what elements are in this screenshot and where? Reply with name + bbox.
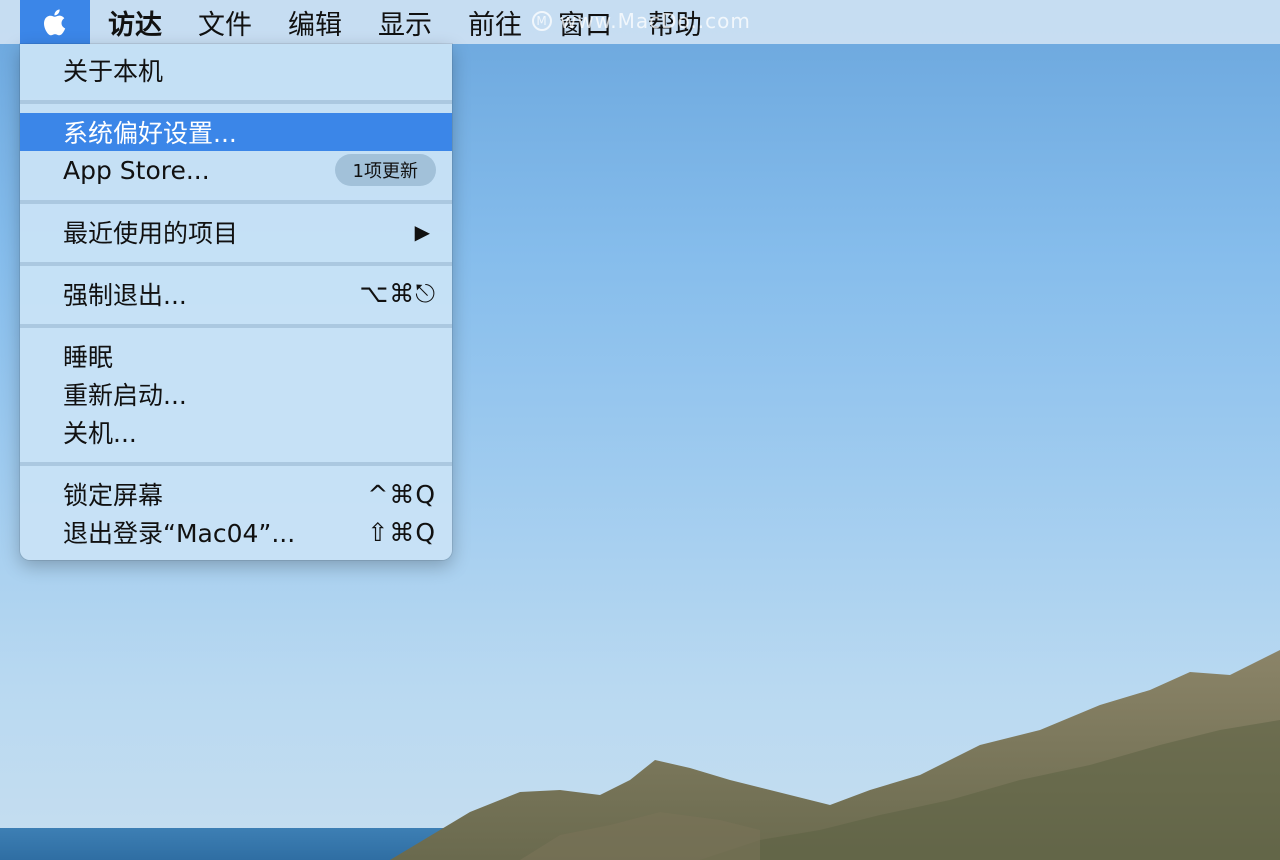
menu-item-label: 关于本机 (63, 57, 164, 86)
menu-item-label: 强制退出... (63, 281, 187, 310)
menu-item-recent-items[interactable]: 最近使用的项目 ▶ (20, 213, 452, 251)
menu-go[interactable]: 前往 (450, 0, 540, 44)
menu-item-shutdown[interactable]: 关机... (20, 413, 452, 451)
menu-edit[interactable]: 编辑 (270, 0, 360, 44)
menu-item-label: 系统偏好设置... (63, 119, 237, 148)
keyboard-shortcut: ^⌘Q (367, 479, 436, 509)
menu-finder[interactable]: 访达 (90, 0, 180, 44)
apple-menu-button[interactable] (20, 0, 90, 44)
menu-separator (20, 262, 452, 266)
update-count-badge: 1项更新 (334, 154, 436, 186)
menu-item-about-this-mac[interactable]: 关于本机 (20, 51, 452, 89)
keyboard-shortcut: ⌥⌘⎋ (359, 279, 436, 308)
menu-item-label: 重新启动... (63, 381, 187, 410)
menu-item-label: 睡眠 (63, 343, 114, 372)
menu-separator (20, 462, 452, 466)
menu-item-restart[interactable]: 重新启动... (20, 375, 452, 413)
apple-dropdown-menu: 关于本机 系统偏好设置... App Store... 1项更新 最近使用的项目… (20, 44, 452, 560)
menu-item-label: App Store... (63, 155, 210, 185)
menu-item-log-out[interactable]: 退出登录“Mac04”... ⇧⌘Q (20, 513, 452, 551)
watermark-text: www.MacDo..com (560, 9, 751, 33)
menu-separator (20, 100, 452, 104)
menu-item-label: 退出登录“Mac04”... (63, 519, 296, 548)
menu-file[interactable]: 文件 (180, 0, 270, 44)
menu-item-lock-screen[interactable]: 锁定屏幕 ^⌘Q (20, 475, 452, 513)
menu-item-app-store[interactable]: App Store... 1项更新 (20, 151, 452, 189)
submenu-arrow-icon: ▶ (414, 220, 430, 244)
keyboard-shortcut: ⇧⌘Q (367, 517, 436, 547)
watermark-logo-icon: M (532, 11, 552, 31)
apple-logo-icon (44, 9, 66, 36)
menu-item-sleep[interactable]: 睡眠 (20, 337, 452, 375)
menu-item-label: 最近使用的项目 (63, 219, 239, 248)
menu-item-system-preferences[interactable]: 系统偏好设置... (20, 113, 452, 151)
menu-separator (20, 324, 452, 328)
menu-separator (20, 200, 452, 204)
watermark: M www.MacDo..com (532, 6, 751, 36)
menu-item-label: 关机... (63, 419, 137, 448)
menu-view[interactable]: 显示 (360, 0, 450, 44)
menu-item-label: 锁定屏幕 (63, 481, 164, 510)
menu-item-force-quit[interactable]: 强制退出... ⌥⌘⎋ (20, 275, 452, 313)
